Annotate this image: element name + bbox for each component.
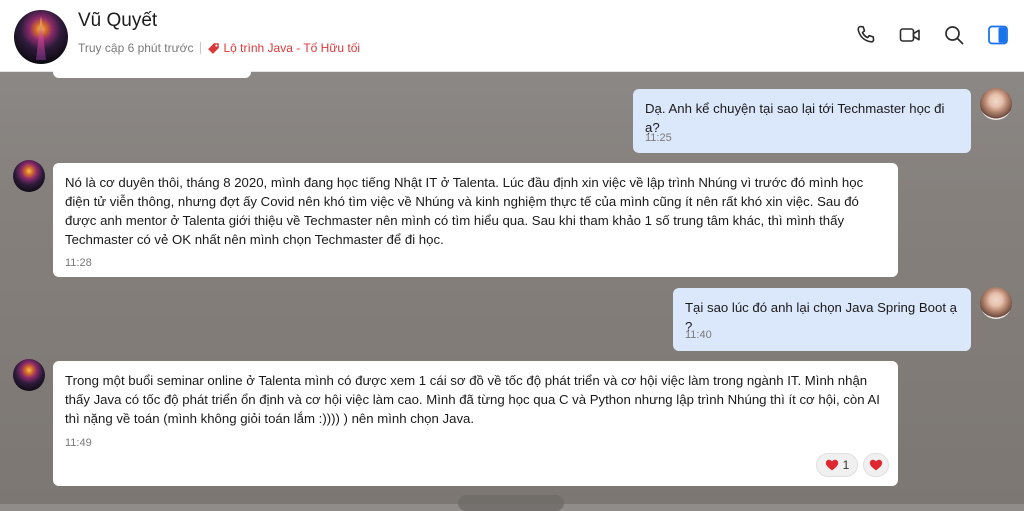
heart-icon — [825, 459, 838, 471]
last-seen-status: Truy cập 6 phút trước — [78, 41, 194, 55]
header-actions — [854, 23, 1010, 47]
label-tag[interactable]: Lộ trình Java - Tố Hữu tối — [224, 41, 361, 55]
my-avatar[interactable] — [980, 287, 1012, 319]
message-bubble-incoming[interactable]: Trong một buổi seminar online ở Talenta … — [53, 361, 898, 486]
sidebar-toggle-icon[interactable] — [986, 23, 1010, 47]
chat-header: Vũ Quyết Truy cập 6 phút trước Lộ trình … — [0, 0, 1024, 72]
message-bubble-outgoing[interactable]: Tại sao lúc đó anh lại chọn Java Spring … — [673, 288, 971, 351]
contact-avatar[interactable] — [14, 10, 68, 64]
message-text: Trong một buổi seminar online ở Talenta … — [65, 373, 880, 426]
heart-icon — [869, 459, 883, 471]
message-time: 11:28 — [65, 257, 92, 269]
message-time: 11:25 — [645, 132, 672, 144]
message-time: 11:40 — [685, 329, 712, 341]
message-bubble-outgoing[interactable]: Dạ. Anh kể chuyện tại sao lại tới Techma… — [633, 89, 971, 153]
message-text: Tại sao lúc đó anh lại chọn Java Spring … — [685, 300, 957, 334]
divider — [199, 42, 201, 54]
contact-avatar-small[interactable] — [13, 359, 45, 391]
phone-icon[interactable] — [854, 23, 878, 47]
previous-message-stub — [53, 66, 251, 78]
reaction-count: 1 — [842, 458, 850, 472]
contact-subtitle: Truy cập 6 phút trước Lộ trình Java - Tố… — [78, 41, 360, 55]
message-time: 11:49 — [65, 437, 92, 449]
date-divider-pill — [458, 495, 564, 511]
contact-name[interactable]: Vũ Quyết — [78, 10, 157, 32]
message-text: Dạ. Anh kể chuyện tại sao lại tới Techma… — [645, 101, 945, 135]
tag-icon — [207, 42, 219, 54]
search-icon[interactable] — [942, 23, 966, 47]
video-camera-icon[interactable] — [898, 23, 922, 47]
react-button[interactable] — [863, 453, 889, 477]
reaction-summary[interactable]: 1 — [816, 453, 858, 477]
my-avatar[interactable] — [980, 88, 1012, 120]
contact-avatar-small[interactable] — [13, 160, 45, 192]
message-text: Nó là cơ duyên thôi, tháng 8 2020, mình … — [65, 175, 864, 247]
message-bubble-incoming[interactable]: Nó là cơ duyên thôi, tháng 8 2020, mình … — [53, 163, 898, 277]
